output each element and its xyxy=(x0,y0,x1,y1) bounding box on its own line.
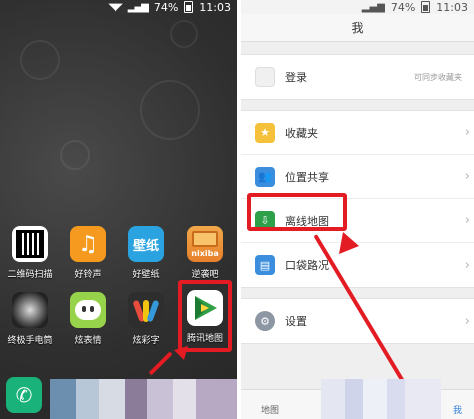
chevron-right-icon: › xyxy=(464,169,470,184)
app-label: 好铃声 xyxy=(74,270,102,280)
status-bar: ◥◤ ▂▄▆ 74% 11:03 xyxy=(108,0,231,14)
menu-item-label: 设置 xyxy=(285,315,307,328)
app-emoji[interactable]: 炫表情 xyxy=(60,292,116,346)
app-label: 好壁纸 xyxy=(132,270,160,280)
app-wallpaper[interactable]: 壁纸 好壁纸 xyxy=(118,226,174,280)
app-ringtone[interactable]: ♫ 好铃声 xyxy=(60,226,116,280)
avatar-icon xyxy=(255,67,275,87)
gear-icon: ⚙ xyxy=(255,311,275,331)
music-note-icon: ♫ xyxy=(70,226,106,262)
menu-item-label: 位置共享 xyxy=(285,170,329,184)
status-bar: ▂▄▆ 74% 11:03 xyxy=(241,0,474,14)
app-label: 二维码扫描 xyxy=(7,270,53,280)
login-row[interactable]: 登录 可同步收藏夹 xyxy=(241,55,474,99)
blurred-area xyxy=(321,379,441,419)
login-hint: 可同步收藏夹 xyxy=(414,72,462,82)
menu-item-label: 收藏夹 xyxy=(285,126,318,140)
battery-icon xyxy=(184,1,194,13)
battery-icon xyxy=(421,1,431,13)
arrow-head-icon xyxy=(174,346,188,360)
battery-percent: 74% xyxy=(390,0,416,14)
traffic-icon: ▤ xyxy=(255,255,275,275)
chevron-right-icon: › xyxy=(464,257,470,273)
chevron-right-icon: › xyxy=(464,213,470,228)
qr-code-icon xyxy=(12,226,48,262)
me-page: ▂▄▆ 74% 11:03 我 登录 可同步收藏夹 ★ 收藏夹 › 👥 位置共享… xyxy=(241,0,474,419)
arrow-head-icon xyxy=(339,232,359,254)
highlight-box xyxy=(247,193,347,231)
clock: 11:03 xyxy=(199,0,231,14)
home-screen: ◥◤ ▂▄▆ 74% 11:03 二维码扫描 ♫ 好铃声 壁纸 好壁纸 nixi… xyxy=(0,0,237,419)
app-qr-scanner[interactable]: 二维码扫描 xyxy=(2,226,58,280)
app-flashlight[interactable]: 终极手电筒 xyxy=(2,292,58,346)
menu-item-label: 口袋路况 xyxy=(285,259,329,272)
page-title: 我 xyxy=(241,14,474,42)
login-label: 登录 xyxy=(285,71,307,84)
app-label: 终极手电筒 xyxy=(7,336,53,346)
chevron-right-icon: › xyxy=(464,125,470,140)
battery-percent: 74% xyxy=(153,0,179,14)
flashlight-icon xyxy=(12,292,48,328)
phone-icon[interactable]: ✆ xyxy=(6,377,42,413)
login-group: 登录 可同步收藏夹 xyxy=(241,54,474,100)
tab-me[interactable]: 我 xyxy=(453,403,462,416)
menu-item-favorites[interactable]: ★ 收藏夹 › xyxy=(241,111,474,155)
wifi-icon: ◥◤ xyxy=(108,1,122,13)
smiley-chat-icon xyxy=(70,292,106,328)
tab-map[interactable]: 地图 xyxy=(261,403,279,416)
clock: 11:03 xyxy=(436,0,468,14)
bottom-tab-bar: 地图 我 xyxy=(241,379,474,419)
app-colorful-text[interactable]: 炫彩字 xyxy=(118,292,174,346)
highlight-box xyxy=(178,280,232,352)
box-icon: nixiba xyxy=(187,226,223,262)
people-icon: 👥 xyxy=(255,166,275,187)
signal-icon: ▂▄▆ xyxy=(361,1,385,13)
blurred-dock xyxy=(50,379,237,419)
app-nixiba[interactable]: nixiba 逆袭吧 xyxy=(177,226,233,280)
wallpaper-icon: 壁纸 xyxy=(128,226,164,262)
star-icon: ★ xyxy=(255,122,275,143)
chevron-right-icon: › xyxy=(464,313,470,329)
color-brush-icon xyxy=(128,292,164,328)
app-label: 逆袭吧 xyxy=(191,270,219,280)
signal-icon: ▂▄▆ xyxy=(127,1,149,13)
app-label: 炫彩字 xyxy=(132,336,160,346)
app-label: 炫表情 xyxy=(74,336,102,346)
